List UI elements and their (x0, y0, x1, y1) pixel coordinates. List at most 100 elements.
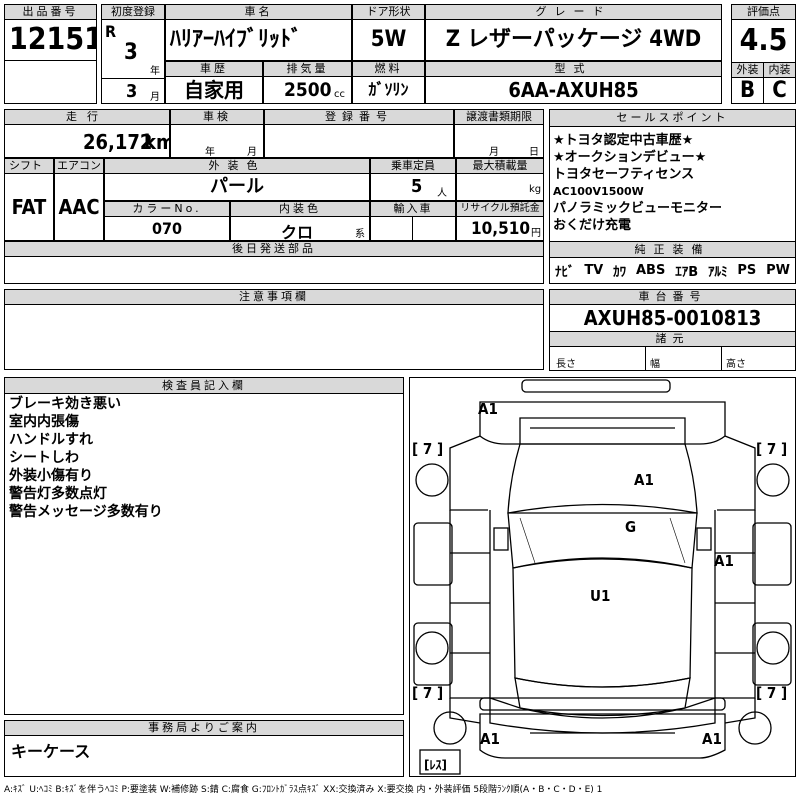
height-label: 高さ (726, 359, 746, 370)
load: kg (456, 173, 544, 201)
equipment-item: ABS (636, 263, 666, 278)
import-label: 輸入車 (370, 201, 456, 217)
sales-points: ★トヨタ認定中古車歴★ ★オークションデビュー★ トヨタセーフティセンス AC1… (549, 126, 796, 242)
interior-grade: C (763, 77, 796, 104)
capacity-label: 乗車定員 (370, 158, 456, 174)
sales-points-label: セールスポイント (549, 109, 796, 127)
recycle-value: 10,510 (471, 219, 531, 239)
load-unit: kg (529, 184, 542, 195)
damage-mark: G (625, 518, 637, 536)
notes-label: 注意事項欄 (4, 289, 544, 305)
equipment-item: PS (737, 263, 757, 278)
int-color-label: 内装色 (230, 201, 370, 217)
reg-month: 3 (126, 81, 138, 102)
hood (507, 443, 698, 514)
right-mirror (696, 527, 712, 551)
color-no-label: カラーNo. (104, 201, 230, 217)
length-label: 長さ (556, 359, 576, 370)
car-name-label: 車名 (165, 4, 352, 20)
left-doors (449, 510, 491, 699)
color-label: 外装色 (104, 158, 370, 174)
sales-point-line: AC100V1500W (553, 185, 644, 198)
recycle-unit: 円 (531, 228, 541, 239)
color: パール (104, 173, 370, 201)
inspection: 年 月 (170, 124, 264, 158)
color-no: 070 (104, 216, 230, 241)
roof (512, 558, 693, 688)
equipment-item: PW (766, 263, 791, 278)
rear-bumper (479, 713, 726, 759)
later-parts-label: 後日発送部品 (4, 241, 544, 257)
month-unit: 月 (150, 92, 160, 103)
damage-mark: A1 (634, 471, 654, 489)
inspector-line: 警告メッセージ多数有り (9, 504, 163, 520)
ac: AAC (54, 173, 104, 241)
displacement-label: 排気量 (263, 61, 352, 77)
mileage: 26,172 km (4, 124, 170, 158)
sales-point-line: おくだけ充電 (553, 218, 632, 233)
score: 4.5 (731, 19, 796, 63)
int-color: クロ 系 (230, 216, 370, 241)
lot-blank (4, 60, 97, 104)
insp-month-unit: 月 (247, 147, 257, 158)
damage-mark: A1 (480, 730, 500, 748)
doors-label: ドア形状 (352, 4, 425, 20)
inspector-line: ハンドルすれ (9, 432, 93, 448)
transfer: 月 日 (454, 124, 544, 158)
first-reg-year: R 3 年 (101, 19, 165, 79)
int-color-value: クロ (281, 223, 314, 241)
reg-no (264, 124, 454, 158)
grade: Z レザーパッケージ 4WD (425, 19, 722, 61)
left-front-wheel (413, 522, 453, 586)
sales-point-line: トヨタセーフティセンス (553, 167, 695, 182)
transfer-month-unit: 月 (489, 147, 499, 158)
tire-tread: [ 7 ] (412, 684, 444, 702)
right-doors (714, 510, 756, 699)
transfer-label: 譲渡書類期限 (454, 109, 544, 125)
doors: 5W (352, 19, 425, 61)
int-color-unit: 系 (355, 229, 365, 240)
wheel-rear-right-top (756, 631, 790, 665)
tire-tread: [ 7 ] (756, 440, 788, 458)
front-left-fender (449, 435, 488, 511)
inspector-label: 検査員記入欄 (4, 377, 404, 394)
lot-number: 12151 (4, 19, 97, 61)
right-front-wheel (752, 522, 792, 586)
equipment-item: ｴｱB (675, 265, 699, 280)
equipment-label: 純正装備 (549, 241, 796, 258)
lot-label: 出品番号 (4, 4, 97, 20)
km-unit: km (144, 130, 169, 154)
exterior-grade: B (731, 77, 764, 104)
recycle: 10,510 円 (456, 216, 544, 241)
left-mirror (493, 527, 509, 551)
capacity-unit: 人 (437, 188, 447, 199)
inspector-line: 警告灯多数点灯 (9, 486, 107, 502)
wheel-rear-left-top (415, 631, 449, 665)
first-reg-month: 3 月 (101, 78, 165, 104)
interior-label: 内装 (763, 62, 796, 78)
spec-height: 高さ (721, 346, 796, 371)
history: 自家用 (165, 76, 263, 104)
damage-mark: A1 (702, 730, 722, 748)
inspection-label: 車検 (170, 109, 264, 125)
import-divider (412, 216, 413, 241)
model-label: 型式 (425, 61, 722, 77)
score-label: 評価点 (731, 4, 796, 20)
wheel-front-left-top (415, 463, 449, 497)
equipment-item: ｶﾜ (613, 265, 627, 280)
sales-point-line: ★トヨタ認定中古車歴★ (553, 133, 694, 148)
sales-point-line: ★オークションデビュー★ (553, 150, 707, 165)
inspector-line: 室内内張傷 (9, 414, 79, 430)
displacement: 2500 cc (263, 76, 352, 104)
mileage-value: 26,172 (83, 130, 153, 154)
model: 6AA-AXUH85 (425, 76, 722, 104)
fuel: ｶﾞｿﾘﾝ (352, 76, 425, 104)
transfer-day-unit: 日 (529, 147, 539, 158)
windshield-hatch (519, 517, 686, 564)
shift-label: シフト (4, 158, 54, 174)
damage-mark: A1 (478, 400, 498, 418)
notes-area (4, 304, 544, 370)
inspector-notes: ブレーキ効き悪い 室内内張傷 ハンドルすれ シートしわ 外装小傷有り 警告灯多数… (4, 393, 404, 715)
reg-year: 3 (124, 40, 138, 65)
spec-length: 長さ (549, 346, 646, 371)
